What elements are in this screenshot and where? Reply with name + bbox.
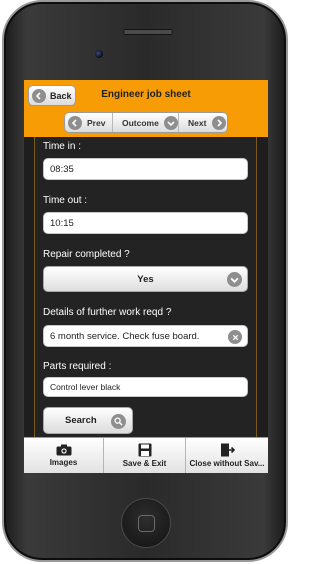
time-out-field[interactable]: 10:15 [43, 212, 248, 234]
outcome-button[interactable]: Outcome [113, 113, 179, 132]
dropdown-arrow-icon [227, 272, 242, 287]
parts-required-label: Parts required : [43, 361, 112, 372]
images-button[interactable]: Images [24, 438, 104, 473]
prev-arrow-icon [68, 115, 82, 130]
exit-door-icon [220, 443, 235, 457]
back-button[interactable]: Back [28, 85, 76, 106]
repair-completed-select[interactable]: Yes [43, 266, 248, 292]
next-arrow-icon [212, 115, 227, 130]
earpiece-speaker [123, 29, 173, 35]
front-camera [95, 50, 103, 58]
time-out-label: Time out : [43, 195, 88, 206]
prev-button[interactable]: Prev [65, 113, 113, 132]
search-label: Search [65, 415, 97, 426]
search-icon [111, 414, 126, 429]
header-bar: Back Engineer job sheet Prev Outcome Nex… [24, 80, 268, 137]
save-exit-button[interactable]: Save & Exit [104, 438, 186, 473]
save-exit-label: Save & Exit [122, 459, 167, 468]
floppy-disk-icon [138, 443, 151, 457]
page-title: Engineer job sheet [101, 89, 191, 100]
clear-icon[interactable] [228, 330, 242, 344]
repair-completed-value: Yes [137, 273, 154, 285]
time-in-label: Time in : [43, 141, 81, 152]
further-work-value: 6 month service. Check fuse board. [50, 330, 200, 342]
time-in-field[interactable]: 08:35 [43, 158, 248, 180]
outcome-label: Outcome [122, 117, 159, 128]
further-work-label: Details of further work reqd ? [43, 307, 172, 318]
further-work-field[interactable]: 6 month service. Check fuse board. [43, 325, 248, 347]
app-screen: Back Engineer job sheet Prev Outcome Nex… [24, 80, 268, 473]
home-square-icon [138, 515, 155, 532]
footer-toolbar: Images Save & Exit Close without Sav... [24, 437, 268, 473]
dropdown-arrow-icon [163, 115, 178, 130]
repair-completed-label: Repair completed ? [43, 249, 130, 260]
record-navigation: Prev Outcome Next [64, 112, 228, 133]
prev-label: Prev [87, 117, 106, 128]
close-without-save-label: Close without Sav... [189, 459, 265, 468]
search-button[interactable]: Search [43, 407, 133, 434]
parts-required-field[interactable]: Control lever black [43, 377, 248, 397]
home-button[interactable] [121, 498, 171, 548]
job-sheet-form: Time in : 08:35 Time out : 10:15 Repair … [34, 137, 257, 437]
back-label: Back [50, 90, 72, 101]
close-without-save-button[interactable]: Close without Sav... [186, 438, 268, 473]
next-button[interactable]: Next [179, 113, 227, 132]
camera-icon [56, 444, 71, 456]
images-label: Images [49, 458, 78, 467]
back-arrow-icon [32, 88, 46, 103]
next-label: Next [188, 117, 207, 128]
